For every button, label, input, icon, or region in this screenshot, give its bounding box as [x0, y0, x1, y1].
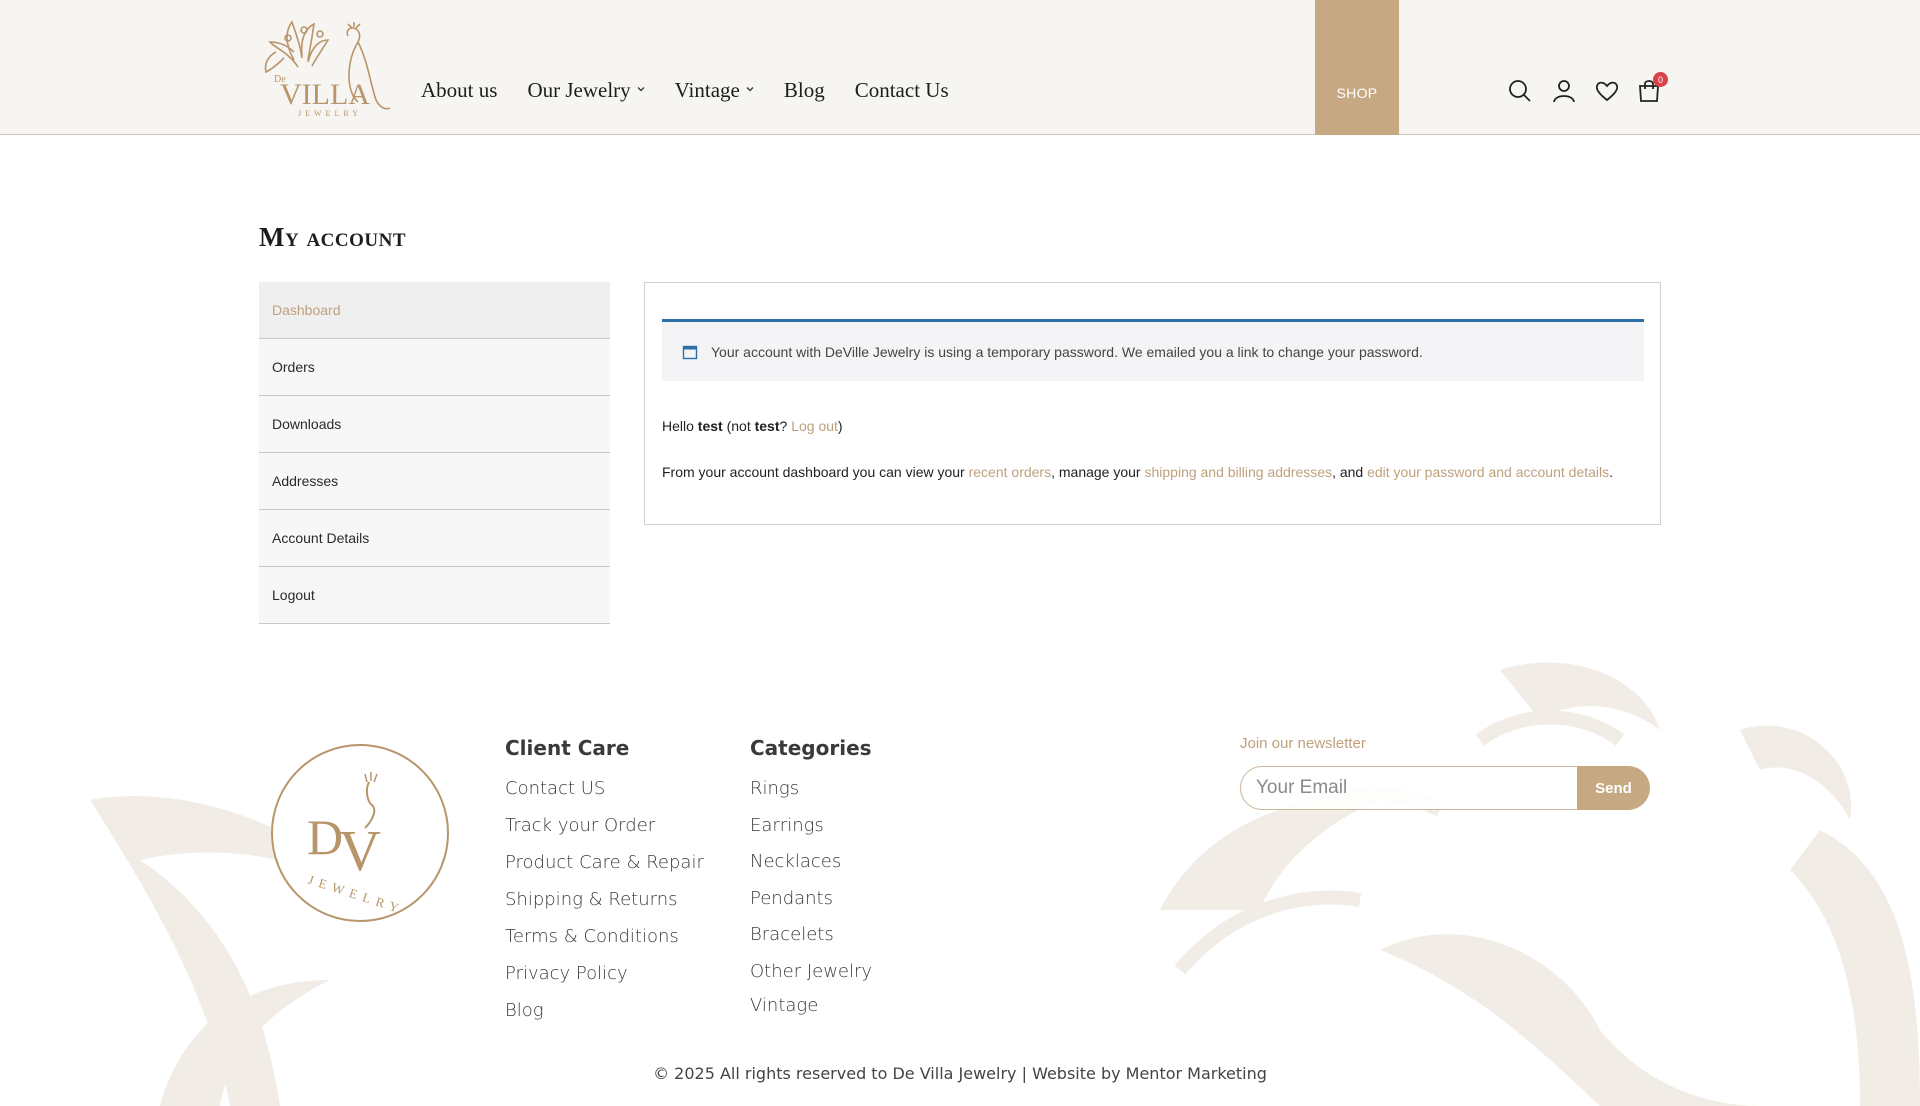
footer-link-vintage[interactable]: Vintage	[750, 995, 872, 1032]
side-nav-addresses[interactable]: Addresses	[259, 453, 610, 510]
client-care-column: Client Care Contact US Track your Order …	[505, 736, 704, 1037]
footer-link-contact[interactable]: Contact US	[505, 778, 704, 815]
hello-question: ?	[779, 418, 792, 434]
newsletter-send-button[interactable]: Send	[1577, 766, 1650, 810]
temporary-password-notice: Your account with DeVille Jewelry is usi…	[662, 319, 1644, 381]
account-details-link[interactable]: edit your password and account details	[1367, 464, 1609, 480]
footer-link-pendants[interactable]: Pendants	[750, 888, 872, 925]
side-nav-logout[interactable]: Logout	[259, 567, 610, 624]
svg-text:V: V	[339, 818, 381, 883]
side-nav-account-details[interactable]: Account Details	[259, 510, 610, 567]
chevron-down-icon	[637, 86, 645, 91]
nav-our-jewelry[interactable]: Our Jewelry	[527, 78, 645, 103]
footer-link-necklaces[interactable]: Necklaces	[750, 851, 872, 888]
hello-suffix: )	[837, 418, 843, 434]
desc-part-1: From your account dashboard you can view…	[662, 464, 969, 480]
hello-message: Hello test (not test? Log out)	[662, 418, 843, 434]
nav-contact-us-label: Contact Us	[854, 78, 949, 102]
nav-contact-us[interactable]: Contact Us	[855, 78, 949, 103]
footer-link-bracelets[interactable]: Bracelets	[750, 924, 872, 961]
chevron-down-icon	[746, 86, 754, 91]
categories-column: Categories Rings Earrings Necklaces Pend…	[750, 736, 872, 1031]
recent-orders-link[interactable]: recent orders	[969, 464, 1051, 480]
side-nav-downloads[interactable]: Downloads	[259, 396, 610, 453]
footer-link-shipping[interactable]: Shipping & Returns	[505, 889, 704, 926]
footer-logo[interactable]: D V JEWELRY	[269, 742, 451, 924]
footer-link-product-care[interactable]: Product Care & Repair	[505, 852, 704, 889]
hello-username: test	[697, 418, 723, 434]
nav-blog[interactable]: Blog	[784, 78, 825, 103]
footer-link-other-jewelry[interactable]: Other Jewelry	[750, 961, 872, 995]
shop-button[interactable]: SHOP	[1315, 0, 1399, 135]
footer-link-blog[interactable]: Blog	[505, 1000, 704, 1037]
site-header: De VILLA JEWELRY About us Our Jewelry Vi…	[0, 0, 1920, 135]
site-footer: D V JEWELRY Client Care Contact US Track…	[0, 650, 1920, 1106]
nav-vintage-label: Vintage	[674, 78, 740, 102]
cart-count-badge: 0	[1653, 72, 1668, 87]
site-logo[interactable]: De VILLA JEWELRY	[258, 12, 392, 118]
dashboard-description: From your account dashboard you can view…	[662, 464, 1613, 480]
side-nav-orders[interactable]: Orders	[259, 339, 610, 396]
hello-mid: (not	[722, 418, 755, 434]
cart-button[interactable]: 0	[1636, 72, 1668, 104]
footer-link-rings[interactable]: Rings	[750, 778, 872, 815]
calendar-icon	[682, 345, 698, 359]
search-icon	[1509, 80, 1531, 102]
nav-about-us[interactable]: About us	[421, 78, 497, 103]
notice-text: Your account with DeVille Jewelry is usi…	[711, 343, 1423, 360]
footer-link-track-order[interactable]: Track your Order	[505, 815, 704, 852]
footer-link-privacy[interactable]: Privacy Policy	[505, 963, 704, 1000]
nav-blog-label: Blog	[783, 78, 825, 102]
categories-title: Categories	[750, 736, 872, 760]
main-nav: About us Our Jewelry Vintage Blog Contac…	[421, 78, 979, 103]
copyright: © 2025 All rights reserved to De Villa J…	[653, 1064, 1267, 1083]
desc-part-2: , manage your	[1051, 464, 1145, 480]
peacock-logo-icon: De VILLA JEWELRY	[264, 20, 391, 118]
desc-part-3: , and	[1332, 464, 1368, 480]
nav-our-jewelry-label: Our Jewelry	[527, 78, 631, 102]
svg-text:JEWELRY: JEWELRY	[298, 109, 362, 118]
logout-link[interactable]: Log out	[791, 418, 838, 434]
desc-part-4: .	[1609, 464, 1614, 480]
footer-link-earrings[interactable]: Earrings	[750, 815, 872, 852]
addresses-link[interactable]: shipping and billing addresses	[1144, 464, 1332, 480]
heart-icon	[1595, 81, 1619, 102]
user-icon	[1553, 80, 1575, 103]
svg-text:D: D	[307, 809, 343, 865]
wishlist-button[interactable]	[1594, 78, 1620, 104]
account-side-nav: Dashboard Orders Downloads Addresses Acc…	[259, 282, 610, 624]
nav-vintage[interactable]: Vintage	[675, 78, 754, 103]
account-content: Your account with DeVille Jewelry is usi…	[644, 282, 1661, 525]
client-care-title: Client Care	[505, 736, 630, 760]
dv-monogram-icon: D V JEWELRY	[271, 744, 449, 922]
hello-prefix: Hello	[662, 418, 698, 434]
hello-username-2: test	[754, 418, 780, 434]
svg-text:VILLA: VILLA	[280, 78, 370, 111]
newsletter-label: Join our newsletter	[1240, 735, 1366, 752]
search-button[interactable]	[1507, 78, 1533, 104]
side-nav-dashboard[interactable]: Dashboard	[259, 282, 610, 339]
page-title: My account	[259, 222, 407, 252]
account-button[interactable]	[1551, 78, 1577, 104]
newsletter-email-input[interactable]	[1256, 769, 1576, 807]
nav-about-us-label: About us	[421, 78, 498, 102]
footer-link-terms[interactable]: Terms & Conditions	[505, 926, 704, 963]
